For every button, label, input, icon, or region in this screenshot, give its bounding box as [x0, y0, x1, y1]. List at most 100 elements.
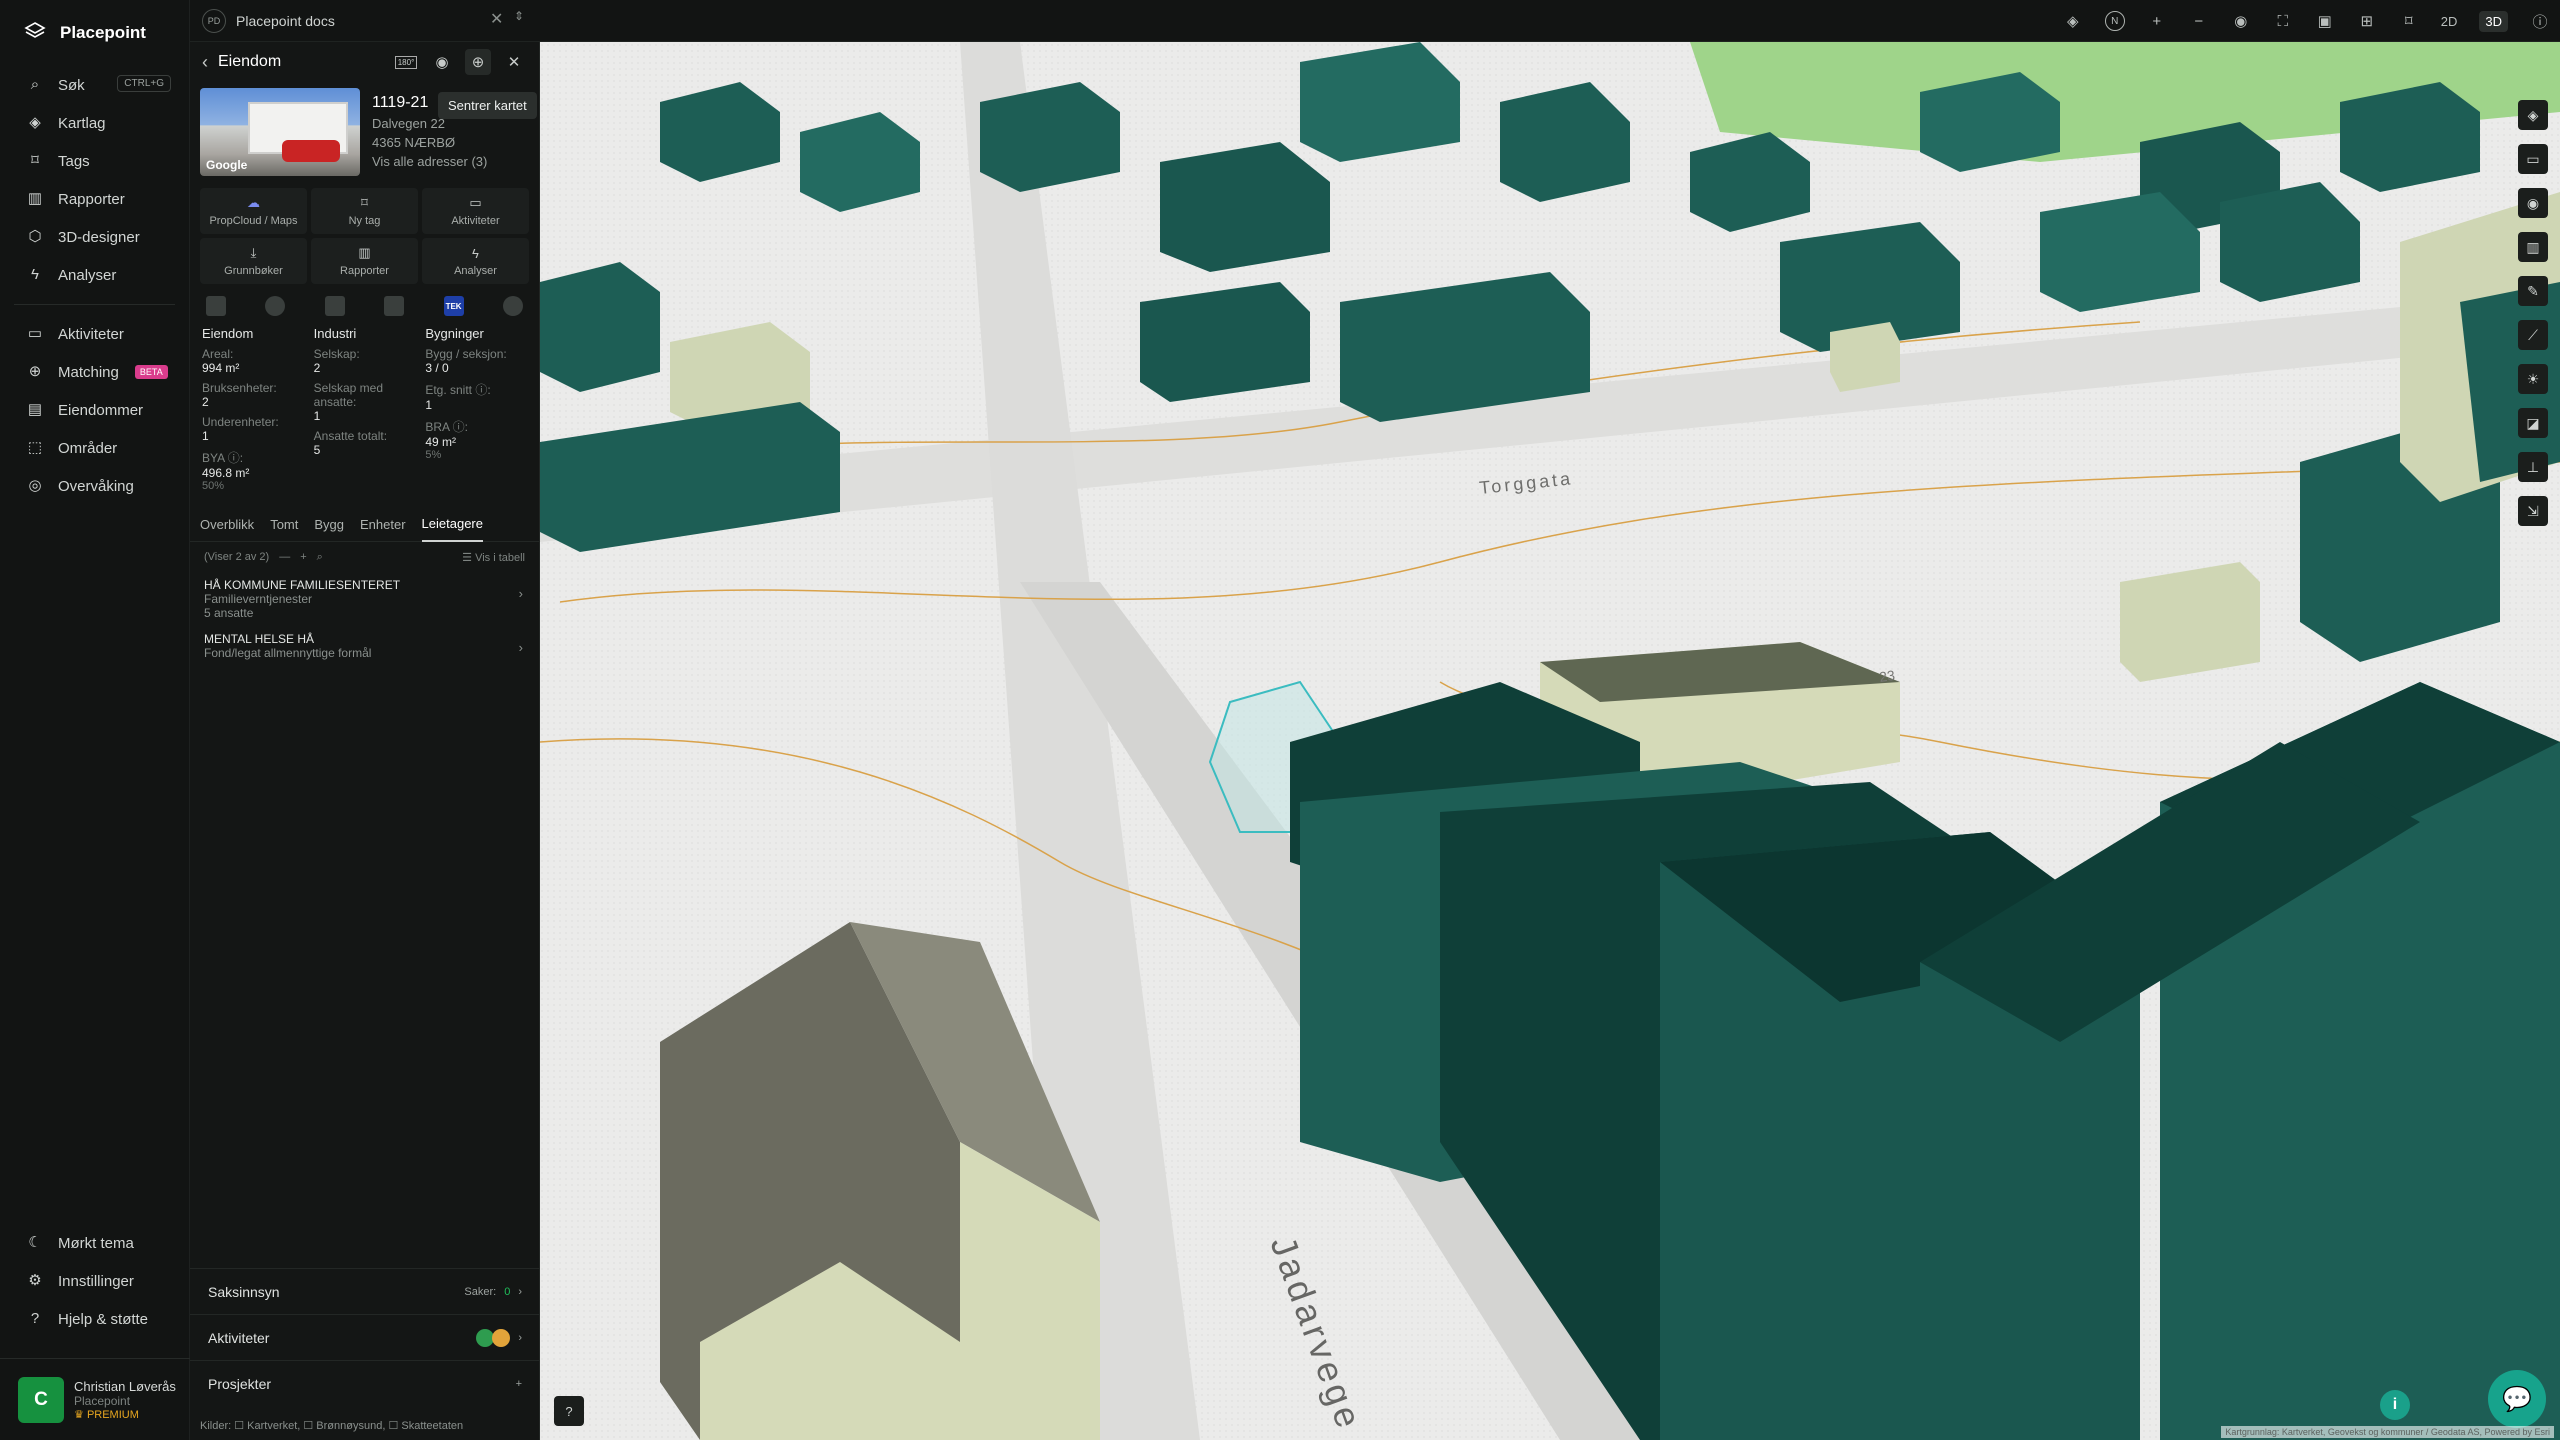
nav-item-rapporter[interactable]: ▥ Rapporter	[0, 180, 189, 218]
list-item[interactable]: HÅ KOMMUNE FAMILIESENTERET Familieverntj…	[190, 572, 539, 626]
tek-icon[interactable]: TEK	[443, 296, 464, 316]
org-employees: 5 ansatte	[204, 606, 254, 620]
plan-badge: ♛ PREMIUM	[74, 1408, 176, 1421]
bookmark-icon[interactable]: ⌑	[2399, 11, 2419, 31]
globe-icon[interactable]	[265, 296, 286, 316]
stats-head: Bygninger	[425, 326, 484, 341]
close-panel-icon[interactable]: ✕	[501, 49, 527, 75]
chart-icon[interactable]: ▥	[2518, 232, 2548, 262]
analyses-button[interactable]: ϟ Analyser	[422, 238, 529, 284]
new-tag-button[interactable]: ⌑ Ny tag	[311, 188, 418, 234]
map-3d-view[interactable]: Torggata Jadarvege 23 ◈ ▭ ◉ ▥ ✎ ⟋ ☀ ◪ ⊥ …	[540, 42, 2560, 1440]
nav-item-aktiviteter[interactable]: ▭ Aktiviteter	[0, 315, 189, 353]
plan-icon[interactable]	[206, 296, 226, 316]
info-button[interactable]: i	[2380, 1390, 2410, 1420]
grid-icon[interactable]: ⊞	[2357, 11, 2377, 31]
saksinnsyn-section[interactable]: Saksinnsyn Saker: 0 ›	[190, 1268, 540, 1314]
close-icon[interactable]: ✕	[490, 9, 503, 29]
stat-value: 2	[313, 361, 321, 375]
zoom-out-icon[interactable]: −	[2189, 11, 2209, 31]
nav-item-search[interactable]: ⌕ Søk CTRL+G	[0, 66, 189, 104]
back-chevron-icon[interactable]: ‹	[202, 52, 208, 73]
mode-2d-button[interactable]: 2D	[2441, 14, 2458, 29]
compass-north[interactable]: N	[2104, 11, 2125, 31]
tab-overblikk[interactable]: Overblikk	[200, 508, 254, 542]
list-item[interactable]: MENTAL HELSE HÅ Fond/legat allmennyttige…	[190, 626, 539, 666]
nav-item-analyser[interactable]: ϟ Analyser	[0, 256, 189, 294]
nav-item-settings[interactable]: ⚙ Innstillinger	[0, 1262, 190, 1300]
all-addresses-link[interactable]: Vis alle adresser (3)	[372, 154, 487, 169]
fullscreen-icon[interactable]: ⛶	[2273, 11, 2293, 31]
shadow-icon[interactable]: ◪	[2518, 408, 2548, 438]
panorama-icon: 180°	[394, 55, 418, 69]
zoom-in-icon[interactable]: +	[2147, 11, 2167, 31]
visibility-icon[interactable]: ◉	[2518, 188, 2548, 218]
profile-icon[interactable]: ⟋	[2518, 320, 2548, 350]
minus-icon[interactable]: —	[279, 551, 290, 563]
grunnboker-button[interactable]: ⤓ Grunnbøker	[200, 238, 307, 284]
prosjekter-section[interactable]: Prosjekter +	[190, 1360, 540, 1406]
tree-icon[interactable]	[324, 296, 345, 316]
nav-item-tags[interactable]: ⌑ Tags	[0, 142, 189, 180]
mode-3d-button[interactable]: 3D	[2479, 10, 2508, 32]
user-profile[interactable]: C Christian Løverås Placepoint ♛ PREMIUM	[0, 1358, 190, 1440]
bars-icon[interactable]	[384, 296, 405, 316]
tab-leietagere[interactable]: Leietagere	[421, 508, 483, 542]
document-tab[interactable]: PD Placepoint docs	[202, 6, 335, 36]
layers-toggle-icon[interactable]: ◈	[2063, 11, 2083, 31]
section-label: Aktiviteter	[208, 1329, 270, 1346]
nav-item-omrader[interactable]: ⬚ Områder	[0, 429, 189, 467]
help-button[interactable]: ?	[554, 1396, 584, 1426]
eye-icon[interactable]: ◉	[429, 49, 455, 75]
layer-select-icon[interactable]: ◈	[2518, 100, 2548, 130]
nav-item-matching[interactable]: ⊕ Matching BETA	[0, 353, 189, 391]
aktiviteter-section[interactable]: Aktiviteter ›	[190, 1314, 540, 1360]
reports-button[interactable]: ▥ Rapporter	[311, 238, 418, 284]
warning-icon[interactable]	[502, 296, 523, 316]
property-photo[interactable]: Google	[200, 88, 360, 176]
saker-count: 0	[504, 1285, 511, 1298]
sun-icon[interactable]: ☀	[2518, 364, 2548, 394]
export-icon[interactable]: ⇲	[2518, 496, 2548, 526]
address-number: 23	[1878, 667, 1896, 685]
action-label: Rapporter	[340, 265, 389, 277]
list-toolbar: (Viser 2 av 2) — + ⌕ ☰ Vis i tabell	[190, 542, 539, 572]
chevron-updown-icon[interactable]: ⇕	[514, 9, 524, 23]
draw-icon[interactable]: ✎	[2518, 276, 2548, 306]
table-view-link[interactable]: ☰ Vis i tabell	[462, 551, 525, 564]
activities-button[interactable]: ▭ Aktiviteter	[422, 188, 529, 234]
info-icon[interactable]: ⓘ	[2530, 11, 2550, 31]
panel-header: ‹ Eiendom 180° ◉ ⊕ ✕	[190, 42, 539, 82]
stat-key: Selskap med ansatte:	[313, 381, 384, 409]
center-map-button[interactable]: ⊕	[465, 49, 491, 75]
tab-bygg[interactable]: Bygg	[314, 508, 344, 542]
brand[interactable]: Placepoint	[0, 0, 189, 66]
map-canvas[interactable]: Torggata Jadarvege 23	[540, 42, 2560, 1440]
add-project-icon[interactable]: +	[516, 1378, 522, 1390]
tab-enheter[interactable]: Enheter	[360, 508, 406, 542]
eye-icon[interactable]: ◉	[2231, 11, 2251, 31]
nav-item-help[interactable]: ? Hjelp & støtte	[0, 1300, 190, 1338]
saker-info: Saker: 0 ›	[464, 1286, 522, 1298]
nav-item-eiendommer[interactable]: ▤ Eiendommer	[0, 391, 189, 429]
nav-item-kartlag[interactable]: ◈ Kartlag	[0, 104, 189, 142]
list-count: (Viser 2 av 2)	[204, 551, 270, 563]
nav-divider	[14, 304, 175, 305]
camera-icon[interactable]: ▣	[2315, 11, 2335, 31]
streetview-button[interactable]: 180°	[393, 49, 419, 75]
brand-name: Placepoint	[60, 23, 146, 42]
search-icon[interactable]: ⌕	[317, 551, 323, 564]
stat-key: BYA ⓘ:	[202, 451, 244, 465]
shortcut-badge: CTRL+G	[117, 75, 171, 92]
nav-item-overvaking[interactable]: ◎ Overvåking	[0, 467, 189, 505]
elevation-icon[interactable]: ⊥	[2518, 452, 2548, 482]
nav-item-dark-theme[interactable]: ☾ Mørkt tema	[0, 1224, 190, 1262]
propcloud-button[interactable]: ☁ PropCloud / Maps	[200, 188, 307, 234]
measure-icon[interactable]: ▭	[2518, 144, 2548, 174]
chat-button[interactable]: 💬	[2488, 1370, 2546, 1428]
nav-item-3d-designer[interactable]: ⬡ 3D-designer	[0, 218, 189, 256]
tab-tomt[interactable]: Tomt	[270, 508, 298, 542]
plus-icon[interactable]: +	[300, 551, 306, 563]
nav-label: Hjelp & støtte	[58, 1310, 149, 1328]
org-name: MENTAL HELSE HÅ	[204, 632, 315, 646]
